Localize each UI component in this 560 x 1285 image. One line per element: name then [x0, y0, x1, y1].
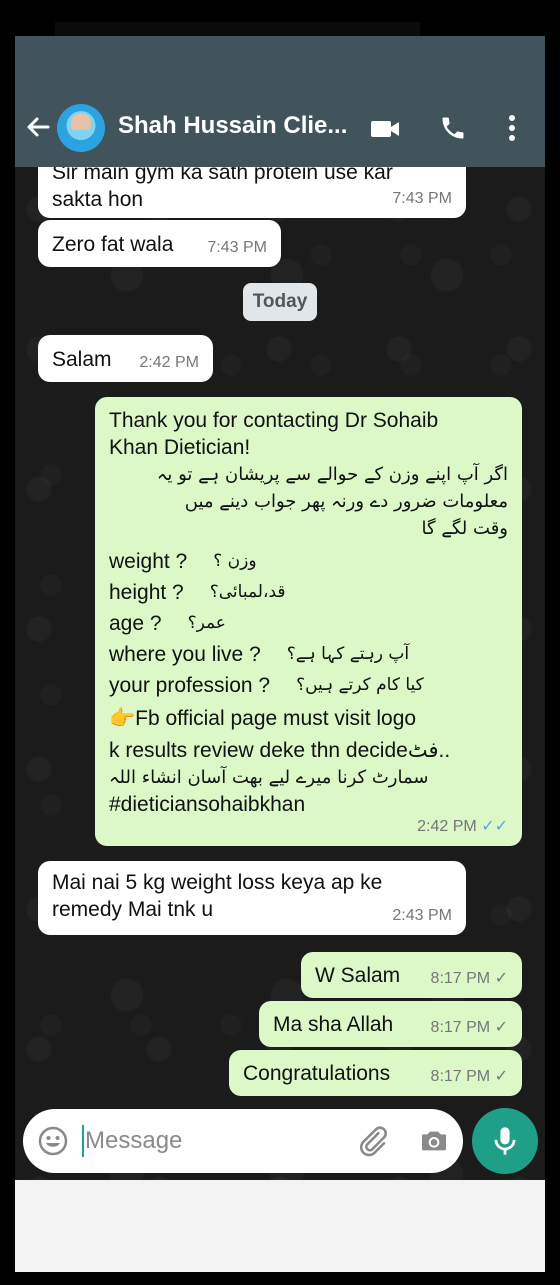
message-text-urdu: معلومات ضرور دے ورنہ پھر جواب دینے میں	[184, 491, 508, 512]
question-row: where you live ? آپ رہتے کہا ہے؟	[109, 639, 508, 670]
message-text-urdu: وقت لگے گا	[421, 518, 508, 539]
sent-tick-icon: ✓	[494, 1019, 508, 1036]
message-outgoing[interactable]: W Salam 8:17 PM ✓	[301, 952, 522, 998]
message-input[interactable]: Message	[85, 1127, 182, 1155]
message-time: 2:42 PM ✓✓	[417, 813, 508, 840]
message-time-text: 2:42 PM	[417, 818, 477, 835]
message-outgoing[interactable]: Ma sha Allah 8:17 PM ✓	[259, 1001, 522, 1047]
microphone-button[interactable]	[472, 1108, 538, 1174]
question-row: weight ? وزن ؟	[109, 546, 508, 577]
text-cursor	[82, 1125, 84, 1157]
message-time: 8:17 PM ✓	[431, 1063, 508, 1090]
question-en: weight ?	[109, 550, 188, 573]
sent-tick-icon: ✓	[494, 1068, 508, 1085]
question-en: your profession ?	[109, 674, 271, 697]
question-ur: قد،لمبائی؟	[209, 582, 286, 602]
message-text-urdu: سمارٹ کرنا میرے لیے بھت آسان انشاء اللہ	[109, 767, 429, 788]
more-vert-icon[interactable]	[507, 114, 517, 142]
date-separator: Today	[243, 283, 317, 321]
message-text-urdu: اگر آپ اپنے وزن کے حوالے سے پریشان ہے تو…	[156, 464, 508, 485]
phone-icon[interactable]	[439, 114, 467, 142]
message-incoming[interactable]: Zero fat wala 7:43 PM	[38, 220, 281, 267]
message-composer[interactable]: Message	[23, 1109, 463, 1173]
microphone-icon	[494, 1127, 516, 1155]
chat-area[interactable]: Sir main gym ka sath protein use kar sak…	[15, 167, 545, 1180]
chat-title[interactable]: Shah Hussain Clie...	[118, 112, 358, 140]
message-time: 2:43 PM	[392, 907, 452, 924]
read-receipt-icon: ✓✓	[481, 818, 508, 835]
message-time: 2:42 PM	[139, 354, 199, 371]
message-outgoing[interactable]: Congratulations 8:17 PM ✓	[229, 1050, 522, 1096]
question-ur: آپ رہتے کہا ہے؟	[286, 644, 410, 664]
question-row: height ? قد،لمبائی؟	[109, 577, 508, 608]
message-time: 7:43 PM	[392, 190, 452, 207]
question-ur: عمر؟	[187, 613, 226, 633]
message-text: Thank you for contacting Dr Sohaib	[109, 409, 439, 432]
question-row: age ? عمر؟	[109, 608, 508, 639]
emoji-icon[interactable]	[37, 1125, 69, 1157]
message-time-text: 8:17 PM	[430, 1019, 491, 1036]
message-text: 👉Fb official page must visit logo	[109, 707, 417, 730]
paperclip-icon[interactable]	[355, 1124, 389, 1158]
message-time: 8:17 PM ✓	[431, 1014, 508, 1041]
message-text: Sir main gym ka sath protein use kar	[52, 167, 393, 184]
sent-tick-icon: ✓	[494, 970, 508, 987]
question-row: your profession ? کیا کام کرتے ہیں؟	[109, 670, 508, 701]
message-incoming[interactable]: Mai nai 5 kg weight loss keya ap ke reme…	[38, 861, 466, 935]
message-incoming[interactable]: Sir main gym ka sath protein use kar sak…	[38, 167, 466, 218]
message-text: Khan Dietician!	[109, 436, 251, 459]
question-en: age ?	[109, 612, 162, 635]
question-en: where you live ?	[109, 643, 261, 666]
message-text: k results review deke thn decideفٹ..	[109, 739, 451, 762]
message-time: 8:17 PM ✓	[431, 965, 508, 992]
arrow-left-icon[interactable]	[24, 113, 52, 141]
message-incoming[interactable]: Salam 2:42 PM	[38, 335, 213, 382]
message-outgoing[interactable]: Thank you for contacting Dr Sohaib Khan …	[95, 397, 522, 846]
message-text: Mai nai 5 kg weight loss keya ap ke	[52, 871, 383, 894]
avatar[interactable]	[57, 104, 105, 152]
camera-icon[interactable]	[418, 1125, 450, 1157]
message-time-text: 8:17 PM	[430, 1068, 491, 1085]
question-ur: کیا کام کرتے ہیں؟	[296, 675, 424, 695]
message-time-text: 8:17 PM	[430, 970, 491, 987]
question-ur: وزن ؟	[213, 551, 257, 571]
question-en: height ?	[109, 581, 184, 604]
message-time: 7:43 PM	[207, 239, 267, 256]
video-call-icon[interactable]	[369, 117, 401, 141]
keyboard-area	[15, 1180, 545, 1272]
